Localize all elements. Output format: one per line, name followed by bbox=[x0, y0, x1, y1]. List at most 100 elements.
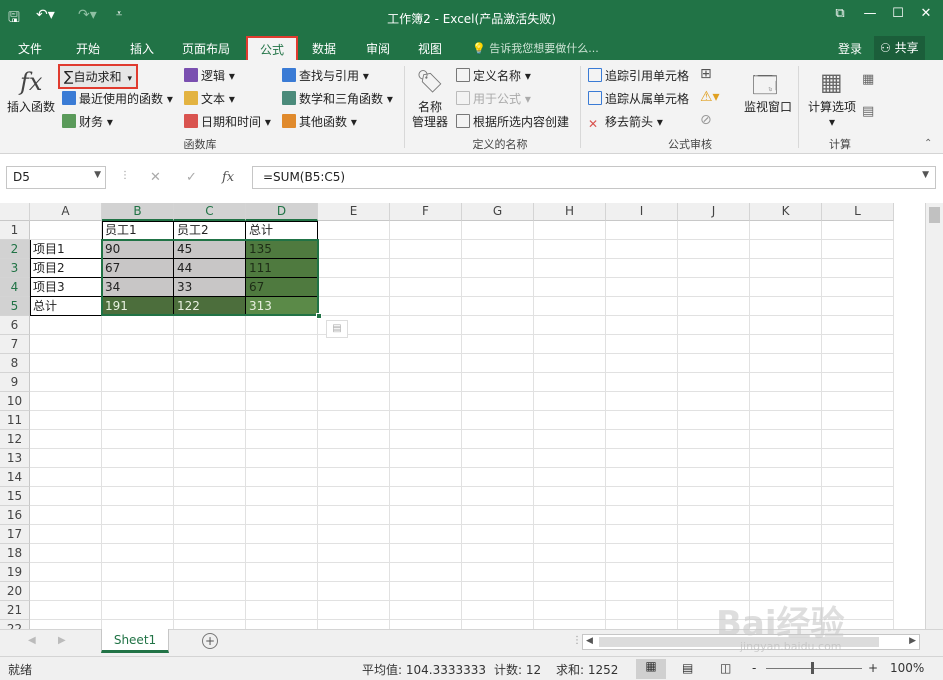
cell-l5[interactable] bbox=[822, 297, 894, 316]
cell-c5[interactable]: 122 bbox=[174, 297, 246, 316]
cell-a11[interactable] bbox=[30, 411, 102, 430]
cell-e10[interactable] bbox=[318, 392, 390, 411]
cell-b18[interactable] bbox=[102, 544, 174, 563]
next-sheet-icon[interactable]: ▶ bbox=[58, 635, 66, 646]
row-header[interactable]: 11 bbox=[0, 411, 30, 430]
trace-dependents-button[interactable]: 追踪从属单元格 bbox=[588, 90, 689, 107]
cell-b6[interactable] bbox=[102, 316, 174, 335]
cell-k4[interactable] bbox=[750, 278, 822, 297]
tell-me-box[interactable]: 💡 告诉我您想要做什么... bbox=[472, 40, 599, 56]
cell-a22[interactable] bbox=[30, 620, 102, 629]
column-header[interactable]: H bbox=[534, 203, 606, 221]
cell-j19[interactable] bbox=[678, 563, 750, 582]
cell-b16[interactable] bbox=[102, 506, 174, 525]
row-header[interactable]: 3 bbox=[0, 259, 30, 278]
cell-c14[interactable] bbox=[174, 468, 246, 487]
cell-l12[interactable] bbox=[822, 430, 894, 449]
cell-a4[interactable]: 项目3 bbox=[30, 278, 102, 297]
cell-i2[interactable] bbox=[606, 240, 678, 259]
chevron-down-icon[interactable]: ▼ bbox=[94, 170, 101, 180]
cell-g16[interactable] bbox=[462, 506, 534, 525]
cell-h7[interactable] bbox=[534, 335, 606, 354]
cell-l1[interactable] bbox=[822, 221, 894, 240]
cell-g20[interactable] bbox=[462, 582, 534, 601]
cell-h10[interactable] bbox=[534, 392, 606, 411]
cell-b10[interactable] bbox=[102, 392, 174, 411]
cell-l16[interactable] bbox=[822, 506, 894, 525]
cell-h6[interactable] bbox=[534, 316, 606, 335]
cell-j3[interactable] bbox=[678, 259, 750, 278]
cell-d13[interactable] bbox=[246, 449, 318, 468]
insert-function-button[interactable]: 插入函数 bbox=[4, 100, 58, 115]
cell-l19[interactable] bbox=[822, 563, 894, 582]
cell-a16[interactable] bbox=[30, 506, 102, 525]
math-button[interactable]: 数学和三角函数 ▾ bbox=[282, 90, 393, 107]
cell-l9[interactable] bbox=[822, 373, 894, 392]
scroll-right-icon[interactable]: ▶ bbox=[909, 636, 916, 646]
cell-g4[interactable] bbox=[462, 278, 534, 297]
cell-k16[interactable] bbox=[750, 506, 822, 525]
cell-l14[interactable] bbox=[822, 468, 894, 487]
cell-d21[interactable] bbox=[246, 601, 318, 620]
cell-h9[interactable] bbox=[534, 373, 606, 392]
cell-a14[interactable] bbox=[30, 468, 102, 487]
vertical-scrollbar[interactable] bbox=[925, 203, 943, 629]
financial-button[interactable]: 财务 ▾ bbox=[62, 113, 113, 130]
column-header[interactable]: D bbox=[246, 203, 318, 221]
cell-i16[interactable] bbox=[606, 506, 678, 525]
column-header[interactable]: E bbox=[318, 203, 390, 221]
formula-input[interactable]: =SUM(B5:C5) ▼ bbox=[252, 166, 936, 189]
cell-b20[interactable] bbox=[102, 582, 174, 601]
cell-f7[interactable] bbox=[390, 335, 462, 354]
cell-d8[interactable] bbox=[246, 354, 318, 373]
cell-j9[interactable] bbox=[678, 373, 750, 392]
cell-d10[interactable] bbox=[246, 392, 318, 411]
cell-d14[interactable] bbox=[246, 468, 318, 487]
cell-j13[interactable] bbox=[678, 449, 750, 468]
cell-j14[interactable] bbox=[678, 468, 750, 487]
cell-j5[interactable] bbox=[678, 297, 750, 316]
cell-f22[interactable] bbox=[390, 620, 462, 629]
cell-l17[interactable] bbox=[822, 525, 894, 544]
column-header[interactable]: L bbox=[822, 203, 894, 221]
cell-l11[interactable] bbox=[822, 411, 894, 430]
cell-f19[interactable] bbox=[390, 563, 462, 582]
cell-d15[interactable] bbox=[246, 487, 318, 506]
tab-view[interactable]: 视图 bbox=[418, 40, 442, 57]
cell-k9[interactable] bbox=[750, 373, 822, 392]
cell-f12[interactable] bbox=[390, 430, 462, 449]
cell-a6[interactable] bbox=[30, 316, 102, 335]
cell-f9[interactable] bbox=[390, 373, 462, 392]
cell-g15[interactable] bbox=[462, 487, 534, 506]
cell-d18[interactable] bbox=[246, 544, 318, 563]
recent-functions-button[interactable]: 最近使用的函数 ▾ bbox=[62, 90, 173, 107]
column-header[interactable]: F bbox=[390, 203, 462, 221]
name-manager-button[interactable]: 名称 管理器 bbox=[408, 100, 452, 130]
error-checking-icon[interactable]: ⚠▾ bbox=[700, 89, 720, 105]
cell-j10[interactable] bbox=[678, 392, 750, 411]
row-header[interactable]: 5 bbox=[0, 297, 30, 316]
row-header[interactable]: 15 bbox=[0, 487, 30, 506]
cell-g11[interactable] bbox=[462, 411, 534, 430]
column-header[interactable]: G bbox=[462, 203, 534, 221]
row-header[interactable]: 12 bbox=[0, 430, 30, 449]
cell-i10[interactable] bbox=[606, 392, 678, 411]
cell-e15[interactable] bbox=[318, 487, 390, 506]
cell-a18[interactable] bbox=[30, 544, 102, 563]
lookup-button[interactable]: 查找与引用 ▾ bbox=[282, 67, 369, 84]
cell-a12[interactable] bbox=[30, 430, 102, 449]
cell-d2[interactable]: 135 bbox=[246, 240, 318, 259]
cell-a9[interactable] bbox=[30, 373, 102, 392]
cell-e5[interactable] bbox=[318, 297, 390, 316]
zoom-slider-thumb[interactable] bbox=[811, 662, 814, 674]
cell-e13[interactable] bbox=[318, 449, 390, 468]
cell-k12[interactable] bbox=[750, 430, 822, 449]
cell-g21[interactable] bbox=[462, 601, 534, 620]
row-header[interactable]: 14 bbox=[0, 468, 30, 487]
cell-j8[interactable] bbox=[678, 354, 750, 373]
hscroll-handle-icon[interactable]: ⋮ bbox=[572, 635, 582, 646]
cell-c17[interactable] bbox=[174, 525, 246, 544]
cell-d1[interactable]: 总计 bbox=[246, 221, 318, 240]
page-layout-view-icon[interactable]: ▤ bbox=[682, 661, 693, 675]
row-header[interactable]: 20 bbox=[0, 582, 30, 601]
